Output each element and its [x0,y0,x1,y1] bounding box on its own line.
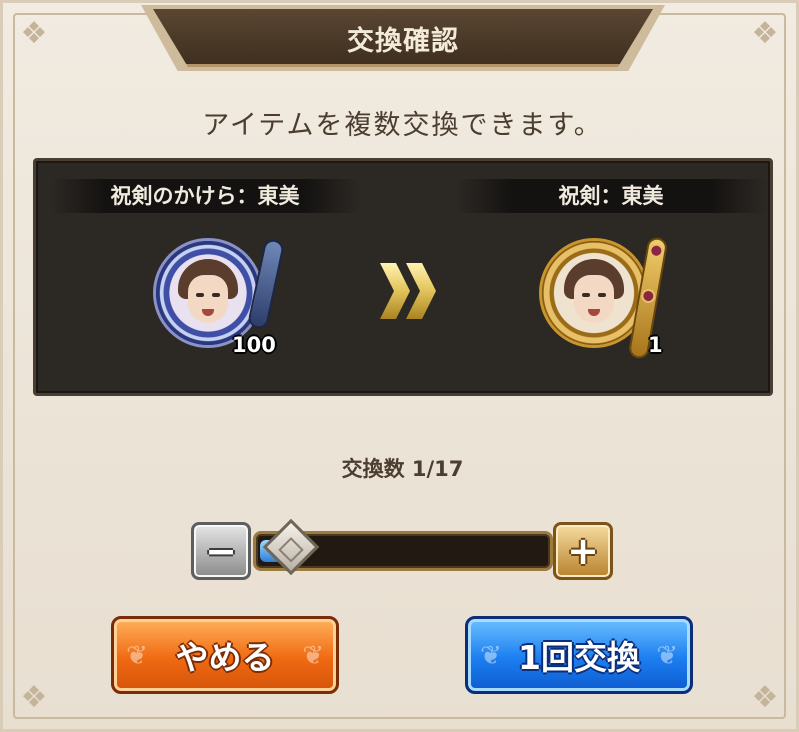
cancel-button-label: やめる [175,638,275,677]
button-ornament-icon: ❦ [656,641,678,671]
decrease-quantity-button[interactable]: − [191,522,251,580]
button-ornament-icon: ❦ [480,641,502,671]
increase-quantity-button[interactable]: + [553,522,613,580]
exchange-panel: 祝剣のかけら：東美 祝剣：東美 100 1 [33,158,773,396]
target-item-count: 1 [648,333,663,357]
dialog-title: 交換確認 [347,26,459,57]
button-ornament-icon: ❦ [126,641,148,671]
dialog-subtitle: アイテムを複数交換できます。 [202,110,603,141]
corner-ornament-icon: ❖ [20,680,48,715]
plus-icon: + [567,529,599,573]
corner-ornament-icon: ❖ [20,16,48,51]
minus-icon: − [205,529,237,573]
exchange-once-button-label: 1回交換 [518,638,640,677]
sword-portrait-icon [542,241,646,345]
shard-portrait-icon [156,241,260,345]
source-item-name: 祝剣のかけら：東美 [50,179,360,213]
exchange-confirm-dialog: ❖ ❖ ❖ ❖ 交換確認 アイテムを複数交換できます。 祝剣のかけら：東美 祝剣… [0,0,799,732]
corner-ornament-icon: ❖ [751,680,779,715]
exchange-quantity-label: 交換数 1/17 [341,457,464,481]
target-item-name: 祝剣：東美 [456,179,766,213]
corner-ornament-icon: ❖ [751,16,779,51]
cancel-button[interactable]: ❦ やめる ❦ [111,616,339,694]
exchange-once-button[interactable]: ❦ 1回交換 ❦ [465,616,693,694]
source-item-count: 100 [232,333,276,357]
double-chevron-right-icon [380,263,436,319]
button-ornament-icon: ❦ [302,641,324,671]
